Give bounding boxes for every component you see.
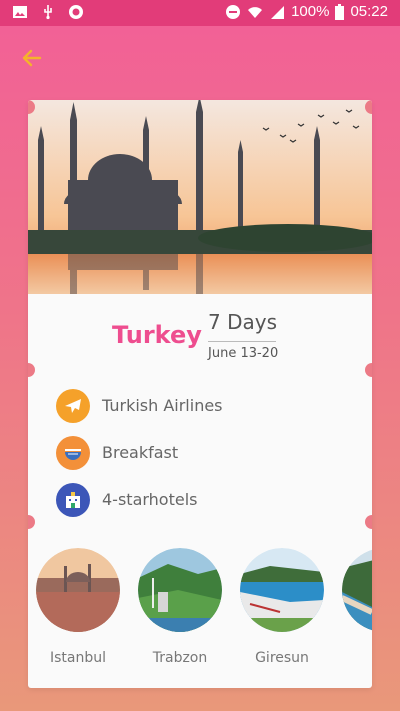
hotel-icon [56, 482, 90, 517]
ticket-notch [365, 515, 372, 529]
trip-dates: June 13-20 [208, 346, 279, 361]
ticket-notch [365, 100, 372, 114]
usb-icon [44, 5, 52, 20]
trip-card[interactable]: Turkey 7 Days June 13-20 Turkish Airline… [28, 100, 372, 688]
signal-icon [271, 5, 285, 19]
battery-percent: 100% [291, 3, 330, 20]
city-name: Trabzon [152, 650, 208, 666]
city-thumbnail [138, 548, 222, 632]
feature-label: 4-starhotels [102, 490, 198, 509]
city-name: Giresun [255, 650, 309, 666]
city-card-istanbul[interactable]: Istanbul [36, 548, 120, 666]
feature-airline: Turkish Airlines [56, 382, 223, 429]
trip-summary: Turkey 7 Days June 13-20 [28, 306, 372, 366]
city-thumbnail [342, 548, 372, 632]
ticket-notch [28, 515, 35, 529]
city-card-partial[interactable]: O [342, 548, 372, 666]
city-card-trabzon[interactable]: Trabzon [138, 548, 222, 666]
airplane-icon [56, 388, 90, 423]
feature-hotel: 4-starhotels [56, 476, 223, 523]
clock: 05:22 [350, 3, 388, 20]
feature-breakfast: Breakfast [56, 429, 223, 476]
city-thumbnail [240, 548, 324, 632]
city-name: O [342, 650, 372, 666]
city-thumbnail [36, 548, 120, 632]
city-card-giresun[interactable]: Giresun [240, 548, 324, 666]
hero-image [28, 100, 372, 294]
duration-divider [208, 341, 276, 342]
status-bar: 100% 05:22 [0, 0, 400, 26]
bowl-icon [56, 435, 90, 470]
city-name: Istanbul [49, 650, 106, 666]
record-icon [69, 5, 83, 19]
image-notification-icon [13, 6, 27, 18]
battery-icon [335, 3, 345, 20]
feature-label: Turkish Airlines [102, 396, 223, 415]
country-title: Turkey [112, 321, 202, 349]
city-carousel[interactable]: Istanbul Trabzon Giresun [36, 548, 372, 678]
do-not-disturb-icon [226, 4, 241, 19]
wifi-icon [248, 6, 263, 18]
trip-duration: 7 Days [208, 310, 277, 334]
feature-list: Turkish Airlines Breakfast 4-starhotels [56, 382, 223, 523]
feature-label: Breakfast [102, 443, 179, 462]
back-arrow-icon[interactable] [18, 44, 46, 72]
